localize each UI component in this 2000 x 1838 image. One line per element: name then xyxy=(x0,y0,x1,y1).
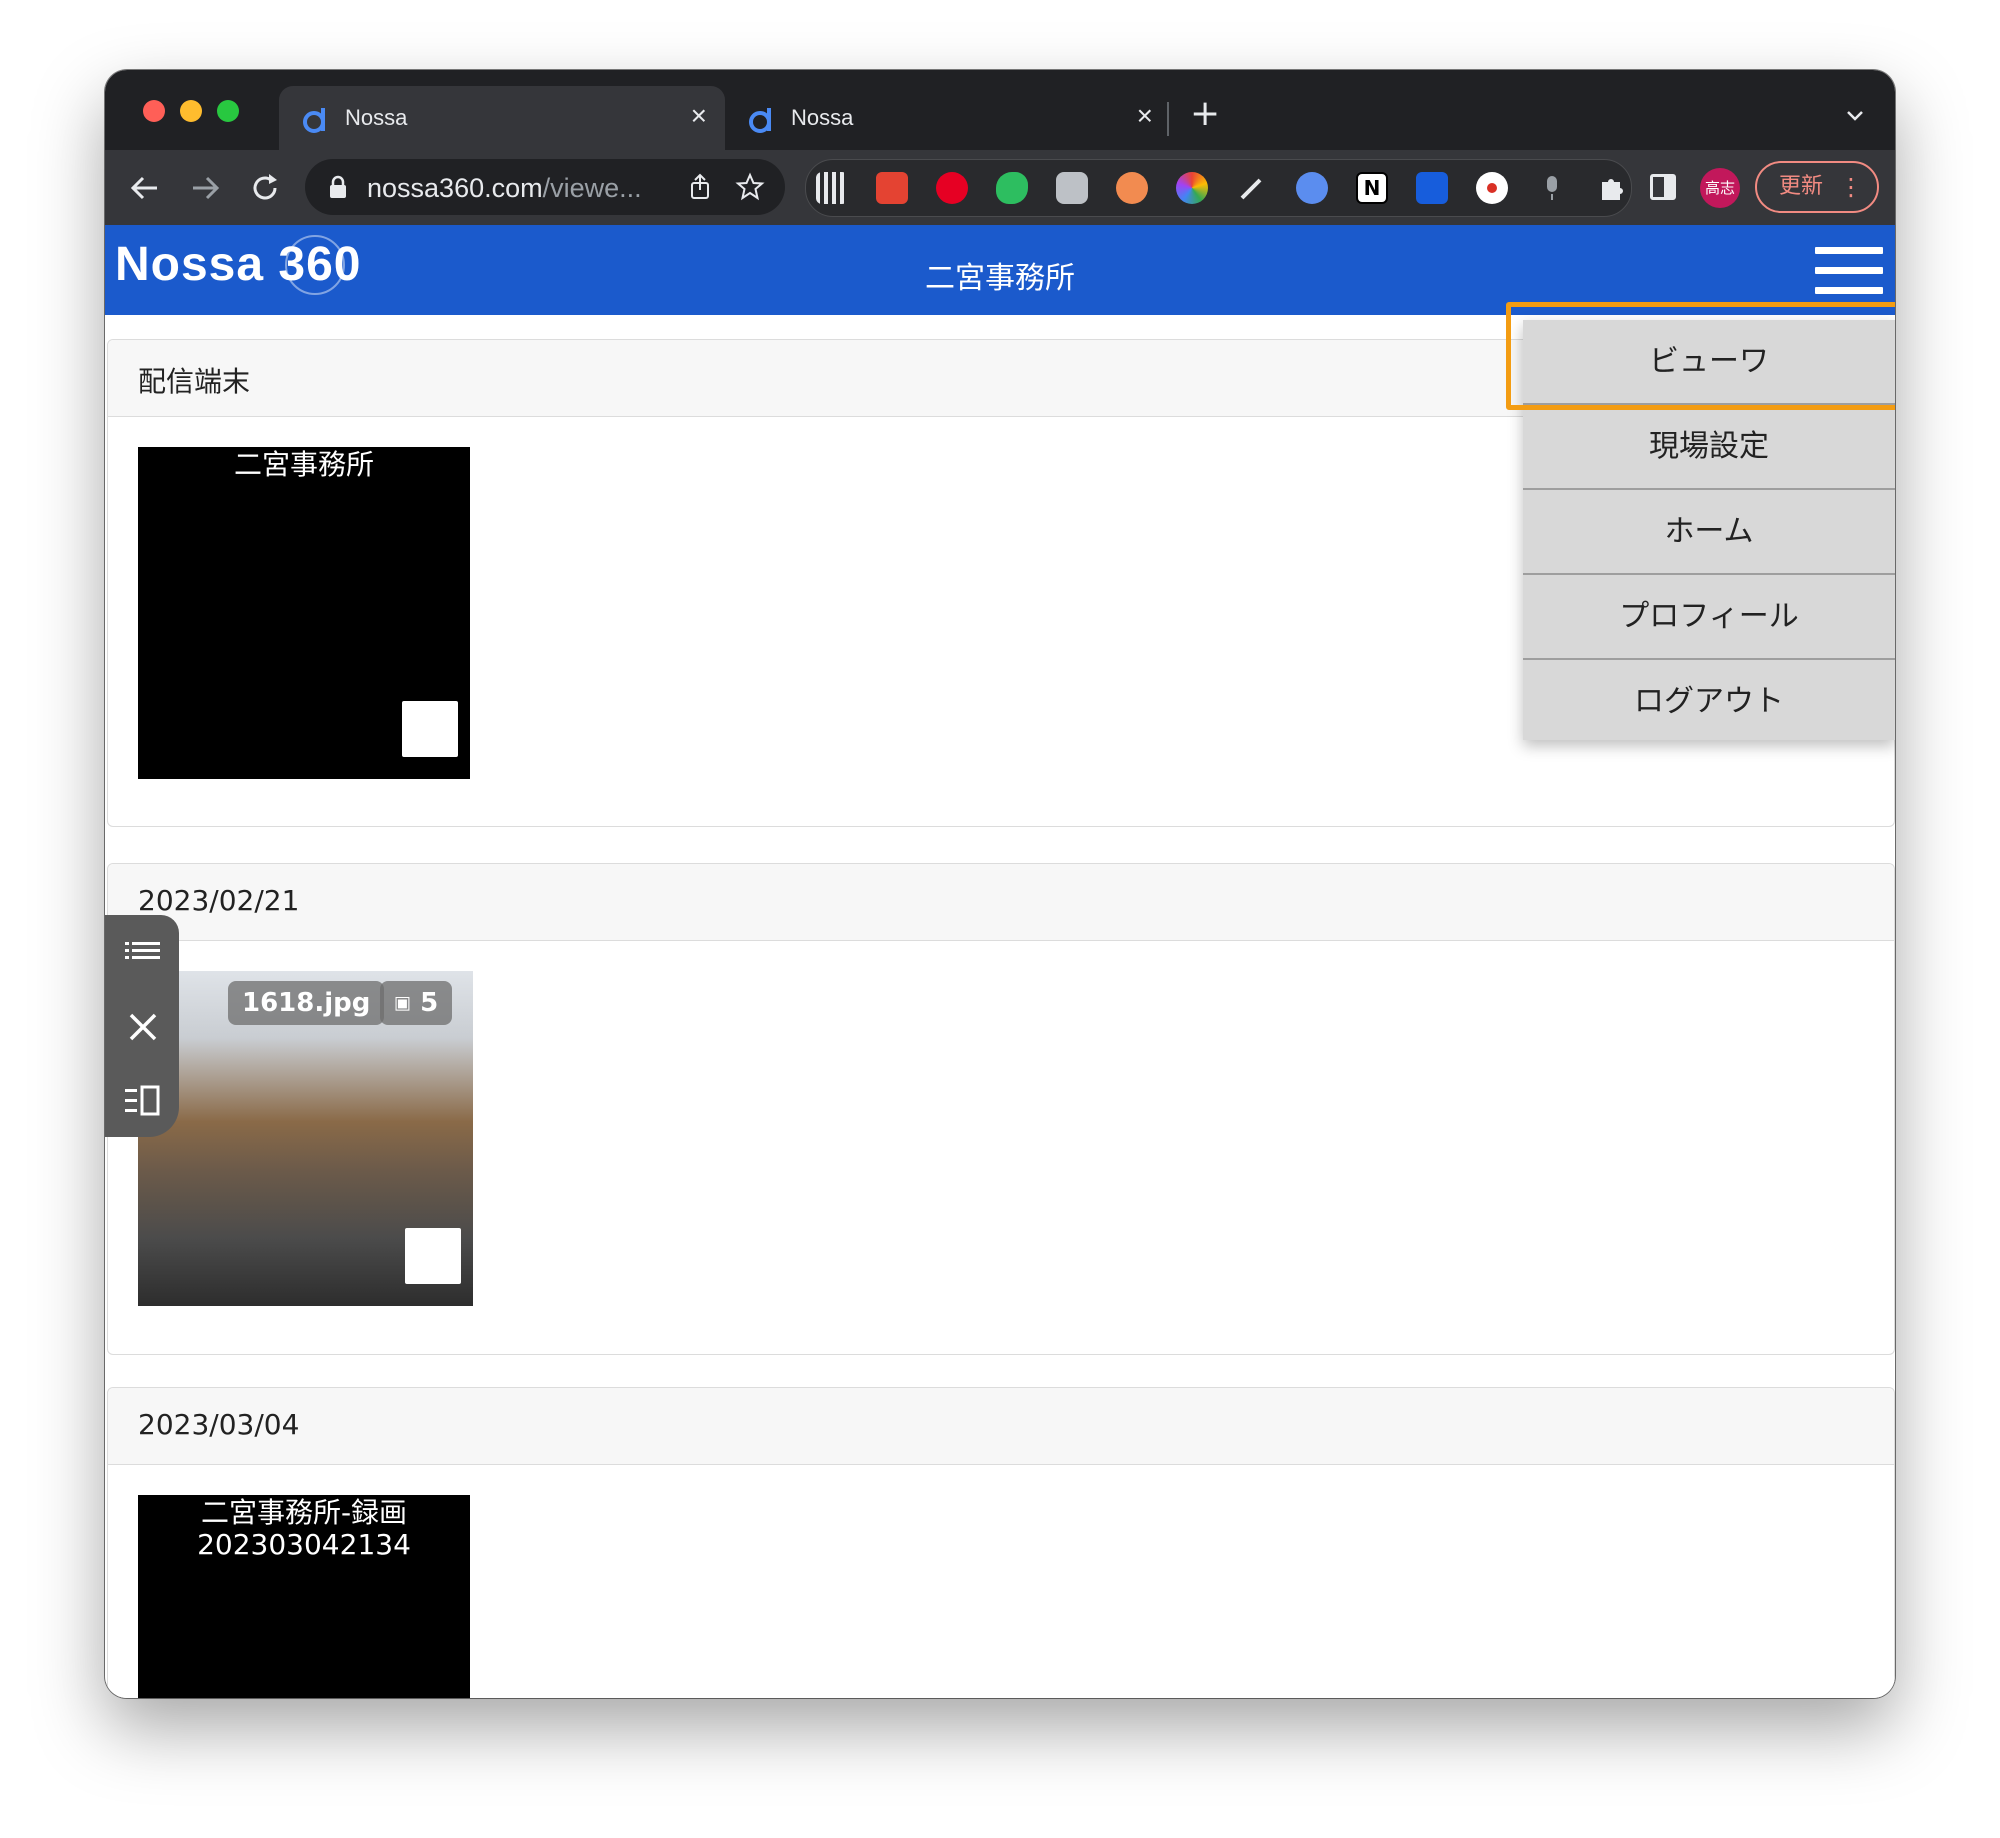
zoom-window-button[interactable] xyxy=(217,100,239,122)
new-tab-button[interactable]: + xyxy=(1190,94,1220,134)
panel-icon[interactable] xyxy=(123,1081,163,1121)
tab-separator xyxy=(1167,102,1169,136)
section-title: 配信端末 xyxy=(138,365,251,398)
compass-extension-icon[interactable] xyxy=(1296,172,1328,204)
nav-dropdown-menu: ビューワ 現場設定 ホーム プロフィール ログアウト xyxy=(1523,320,1895,740)
thumbnail-label-line2: 202303042134 xyxy=(197,1528,411,1561)
back-arrow-icon[interactable] xyxy=(125,168,165,208)
todoist-extension-icon[interactable] xyxy=(876,172,908,204)
image-icon: ▣ xyxy=(394,992,412,1014)
tab-title: Nossa xyxy=(791,105,854,130)
kebab-menu-icon: ⋮ xyxy=(1839,173,1863,201)
device-thumbnail[interactable]: 二宮事務所 xyxy=(138,447,470,779)
section-card: 2023/03/04 二宮事務所-録画 202303042134 xyxy=(107,1387,1895,1698)
tab-close-icon[interactable]: × xyxy=(691,100,707,132)
menu-item-profile[interactable]: プロフィール xyxy=(1523,575,1895,660)
eyedropper-extension-icon[interactable] xyxy=(1236,172,1268,204)
app-header: Nossa 360 二宮事務所 xyxy=(105,225,1895,315)
minimize-window-button[interactable] xyxy=(180,100,202,122)
select-checkbox[interactable] xyxy=(405,1228,461,1284)
close-icon[interactable] xyxy=(123,1007,163,1047)
section-card: 2023/02/21 1618.jpg ▣ 5 xyxy=(107,863,1895,1355)
url-text: nossa360.com/viewe... xyxy=(367,173,642,203)
section-header: 2023/02/21 xyxy=(108,864,1894,941)
camera-extension-icon[interactable] xyxy=(1056,172,1088,204)
puzzle-extensions-icon[interactable] xyxy=(1596,172,1628,204)
thumbnail-label: 二宮事務所 xyxy=(233,448,374,481)
chevron-down-icon[interactable] xyxy=(1845,106,1865,126)
bitwarden-extension-icon[interactable] xyxy=(1416,172,1448,204)
evernote-extension-icon[interactable] xyxy=(996,172,1028,204)
page-title: 二宮事務所 xyxy=(925,261,1075,296)
nossa-favicon-icon xyxy=(749,108,771,133)
list-icon[interactable] xyxy=(123,933,163,973)
address-bar[interactable]: nossa360.com/viewe... xyxy=(305,159,785,215)
image-count: 5 xyxy=(420,988,439,1018)
nossa-favicon-icon xyxy=(303,108,325,133)
select-checkbox[interactable] xyxy=(402,701,458,757)
color-wheel-extension-icon[interactable] xyxy=(1176,172,1208,204)
menu-item-site-settings[interactable]: 現場設定 xyxy=(1523,405,1895,490)
section-title: 2023/02/21 xyxy=(138,884,300,917)
browser-toolbar: nossa360.com/viewe... N 高志 更新 ⋮ xyxy=(105,150,1895,225)
recording-thumbnail[interactable]: 二宮事務所-録画 202303042134 xyxy=(138,1495,470,1698)
record-extension-icon[interactable] xyxy=(1476,172,1508,204)
pinterest-extension-icon[interactable] xyxy=(936,172,968,204)
image-extension-icon[interactable] xyxy=(1116,172,1148,204)
update-label: 更新 xyxy=(1779,174,1824,199)
tab-bar: Nossa × Nossa × + xyxy=(105,70,1895,150)
close-window-button[interactable] xyxy=(143,100,165,122)
lock-icon xyxy=(330,175,346,198)
menu-item-logout[interactable]: ログアウト xyxy=(1523,660,1895,743)
section-header: 2023/03/04 xyxy=(108,1388,1894,1465)
extensions-bar: N xyxy=(805,159,1632,217)
microphone-icon[interactable] xyxy=(1536,172,1568,204)
thumbnail-label-line1: 二宮事務所-録画 xyxy=(200,1496,408,1529)
bookmark-star-icon[interactable] xyxy=(735,172,765,202)
side-toolbox xyxy=(105,915,179,1137)
tab-nossa-2[interactable]: Nossa × xyxy=(725,86,1171,150)
tab-close-icon[interactable]: × xyxy=(1137,100,1153,132)
forward-arrow-icon[interactable] xyxy=(185,168,225,208)
hamburger-menu-icon[interactable] xyxy=(1815,247,1883,295)
browser-window: Nossa × Nossa × + nossa360.com/viewe... … xyxy=(105,70,1895,1698)
menu-item-viewer[interactable]: ビューワ xyxy=(1523,320,1895,405)
update-button[interactable]: 更新 ⋮ xyxy=(1755,161,1879,213)
share-icon[interactable] xyxy=(685,172,715,202)
section-title: 2023/03/04 xyxy=(138,1408,300,1441)
side-panel-icon[interactable] xyxy=(1650,174,1676,200)
photo-thumbnail[interactable]: 1618.jpg ▣ 5 xyxy=(138,971,473,1306)
image-count-badge: ▣ 5 xyxy=(380,981,453,1025)
notion-extension-icon[interactable]: N xyxy=(1356,172,1388,204)
tab-title: Nossa xyxy=(345,105,408,130)
filename-badge: 1618.jpg xyxy=(228,981,385,1025)
reload-icon[interactable] xyxy=(245,168,285,208)
menu-item-home[interactable]: ホーム xyxy=(1523,490,1895,575)
tab-nossa-1[interactable]: Nossa × xyxy=(279,86,725,150)
qr-code-extension-icon[interactable] xyxy=(816,172,848,204)
profile-avatar[interactable]: 高志 xyxy=(1700,168,1740,208)
